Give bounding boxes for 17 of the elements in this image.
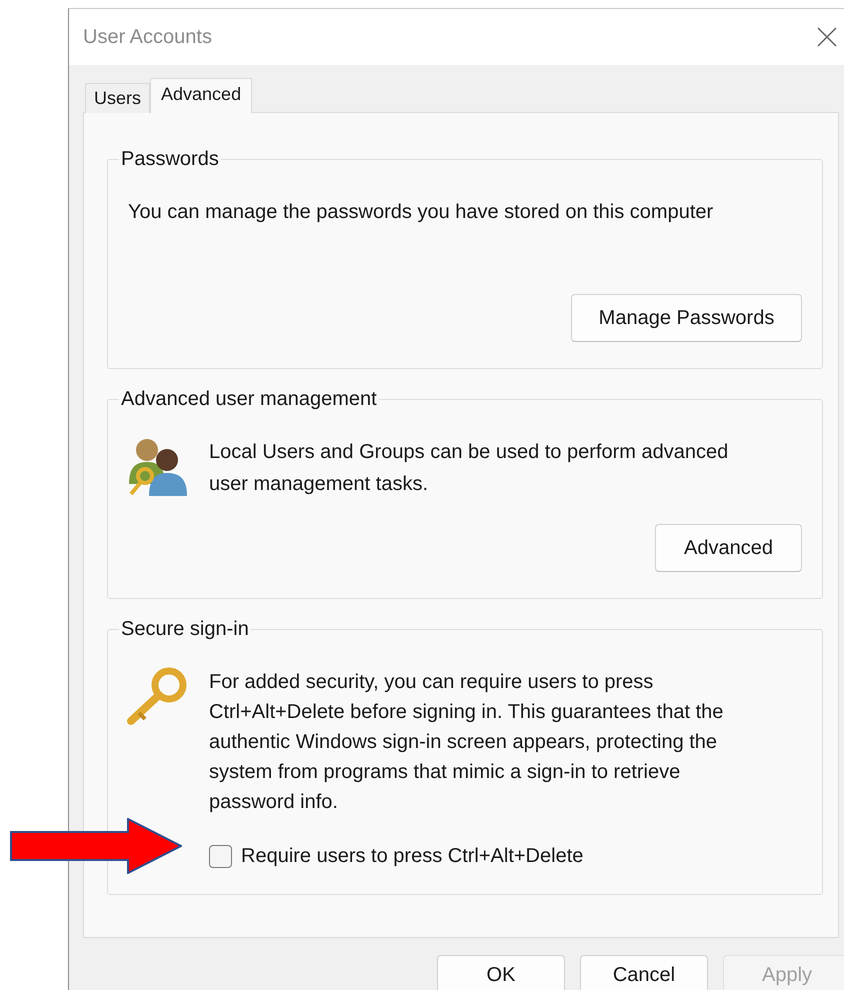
dialog-button[interactable]: Cancel — [580, 955, 708, 990]
group-title: Passwords — [120, 147, 220, 171]
description-text: You can manage the passwords you have stored on this computer — [128, 201, 714, 224]
tab[interactable]: Users — [85, 83, 150, 113]
tab[interactable]: Advanced — [150, 78, 252, 113]
key-icon — [125, 667, 189, 725]
group-action-button[interactable]: Manage Passwords — [571, 294, 802, 342]
description-text: Local Users and Groups can be used to perform advanced user management tasks. — [209, 440, 730, 497]
checkbox-label[interactable]: Require users to press Ctrl+Alt+Delete — [241, 845, 584, 868]
close-icon[interactable] — [816, 26, 838, 48]
description-text: For added security, you can require users to press Ctrl+Alt+Delete before signing in. This guarantees that the authentic Windows sign-in screen appears, protecting the system from programs that mimic a sign-in to retrieve password info. — [209, 670, 724, 815]
window-title: User Accounts — [83, 26, 212, 48]
group-title: Secure sign-in — [120, 617, 250, 641]
dialog-button[interactable]: OK — [437, 955, 565, 990]
group-title: Advanced user management — [120, 387, 378, 411]
group-action-button[interactable]: Advanced — [655, 524, 802, 572]
checkbox[interactable] — [209, 845, 232, 868]
